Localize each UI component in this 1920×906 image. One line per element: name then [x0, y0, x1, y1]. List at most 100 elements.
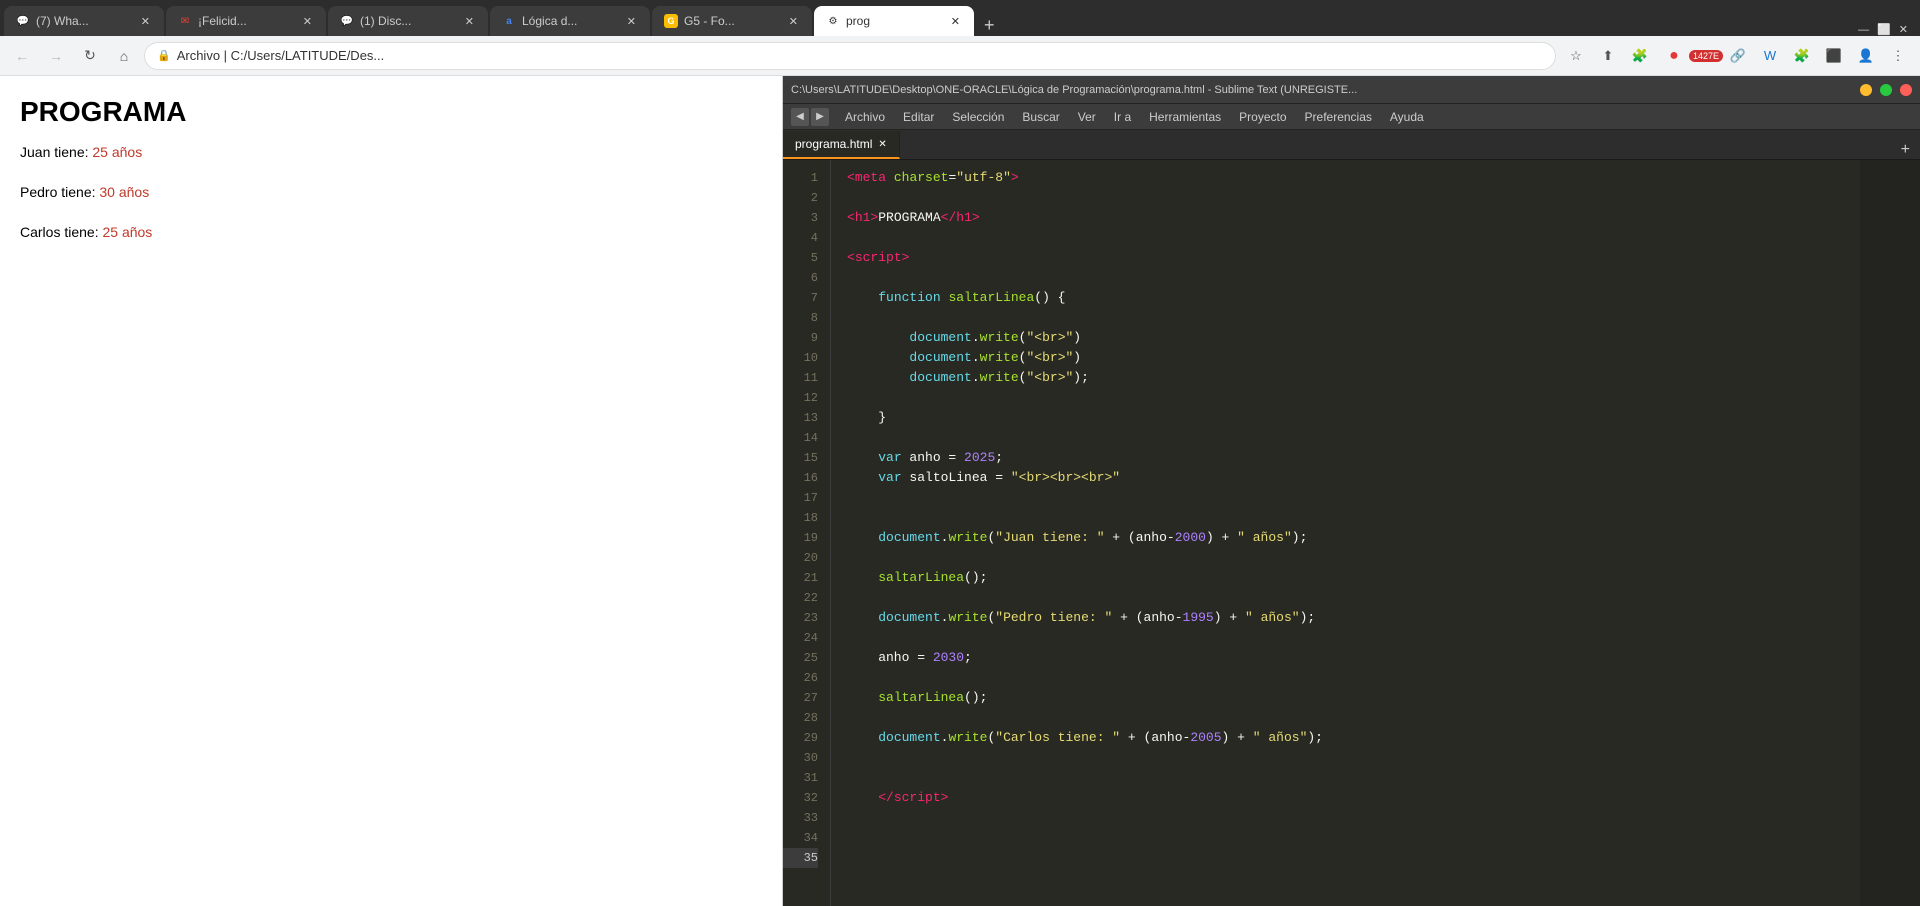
code-line-26 [847, 668, 1860, 688]
juan-label: Juan tiene: [20, 144, 92, 160]
code-line-3: <h1>PROGRAMA</h1> [847, 208, 1860, 228]
tab-discord[interactable]: 💬 (1) Disc... ✕ [328, 6, 488, 36]
forward-button[interactable]: → [42, 42, 70, 70]
tab-whatsapp[interactable]: 💬 (7) Wha... ✕ [4, 6, 164, 36]
sidebar-toggle[interactable]: ⬛ [1820, 42, 1848, 70]
home-button[interactable]: ⌂ [110, 42, 138, 70]
nav-bar: ← → ↻ ⌂ 🔒 Archivo | C:/Users/LATITUDE/De… [0, 36, 1920, 76]
new-tab-button[interactable]: + [976, 15, 1003, 36]
line-number-25: 25 [783, 648, 818, 668]
sublime-close[interactable] [1900, 84, 1912, 96]
code-line-17 [847, 488, 1860, 508]
sublime-text-editor: C:\Users\LATITUDE\Desktop\ONE-ORACLE\Lóg… [783, 76, 1920, 906]
extensions-area: ● 1427E 🔗 W 🧩 ⬛ 👤 ⋮ [1660, 42, 1912, 70]
line-numbers: 1234567891011121314151617181920212223242… [783, 160, 831, 906]
tab-close-gmail[interactable]: ✕ [301, 13, 314, 30]
tab-favicon-whatsapp: 💬 [16, 14, 30, 28]
refresh-button[interactable]: ↻ [76, 42, 104, 70]
sublime-tab-programa[interactable]: programa.html ✕ [783, 131, 900, 159]
ext-icon-4[interactable]: W [1756, 42, 1784, 70]
menu-editar[interactable]: Editar [895, 108, 942, 126]
tab-favicon-logica: a [502, 14, 516, 28]
line-number-22: 22 [783, 588, 818, 608]
menu-preferencias[interactable]: Preferencias [1297, 108, 1380, 126]
ext-icon-1[interactable]: ● [1660, 42, 1688, 70]
line-number-19: 19 [783, 528, 818, 548]
menu-seleccion[interactable]: Selección [944, 108, 1012, 126]
sublime-maximize[interactable] [1880, 84, 1892, 96]
maximize-button[interactable]: ⬜ [1877, 23, 1891, 36]
more-button[interactable]: ⋮ [1884, 42, 1912, 70]
carlos-label: Carlos tiene: [20, 224, 102, 240]
tab-close-logica[interactable]: ✕ [625, 13, 638, 30]
address-bar[interactable]: 🔒 Archivo | C:/Users/LATITUDE/Des... [144, 42, 1556, 70]
tab-bar: 💬 (7) Wha... ✕ ✉ ¡Felicid... ✕ 💬 (1) Dis… [0, 0, 1920, 36]
code-line-11: document.write("<br>"); [847, 368, 1860, 388]
notification-badge: 1427E [1689, 50, 1723, 62]
tab-g5[interactable]: G G5 - Fo... ✕ [652, 6, 812, 36]
code-line-16: var saltoLinea = "<br><br><br>" [847, 468, 1860, 488]
tab-favicon-prog: ⚙ [826, 14, 840, 28]
sublime-window-controls [1860, 84, 1912, 96]
bookmark-button[interactable]: ☆ [1562, 42, 1590, 70]
code-line-23: document.write("Pedro tiene: " + (anho-1… [847, 608, 1860, 628]
tab-favicon-g5: G [664, 14, 678, 28]
ext-notifications[interactable]: 1427E [1692, 42, 1720, 70]
line-number-4: 4 [783, 228, 818, 248]
sublime-arrow-right[interactable]: ▶ [811, 108, 829, 126]
pedro-value: 30 años [99, 184, 149, 200]
code-line-21: saltarLinea(); [847, 568, 1860, 588]
line-number-10: 10 [783, 348, 818, 368]
user-avatar[interactable]: 👤 [1852, 42, 1880, 70]
tab-label-g5: G5 - Fo... [684, 14, 781, 28]
extensions-button[interactable]: 🧩 [1626, 42, 1654, 70]
code-editor[interactable]: 1234567891011121314151617181920212223242… [783, 160, 1920, 906]
menu-ver[interactable]: Ver [1070, 108, 1104, 126]
sublime-arrow-left[interactable]: ◀ [791, 108, 809, 126]
tab-close-discord[interactable]: ✕ [463, 13, 476, 30]
tab-gmail[interactable]: ✉ ¡Felicid... ✕ [166, 6, 326, 36]
close-button[interactable]: ✕ [1899, 23, 1908, 36]
menu-herramientas[interactable]: Herramientas [1141, 108, 1229, 126]
line-number-21: 21 [783, 568, 818, 588]
sublime-minimize[interactable] [1860, 84, 1872, 96]
menu-ayuda[interactable]: Ayuda [1382, 108, 1432, 126]
back-button[interactable]: ← [8, 42, 36, 70]
menu-ir-a[interactable]: Ir a [1106, 108, 1139, 126]
sublime-tab-close[interactable]: ✕ [878, 139, 886, 150]
share-button[interactable]: ⬆ [1594, 42, 1622, 70]
line-number-20: 20 [783, 548, 818, 568]
menu-proyecto[interactable]: Proyecto [1231, 108, 1294, 126]
code-line-13: } [847, 408, 1860, 428]
code-line-27: saltarLinea(); [847, 688, 1860, 708]
ext-icon-3[interactable]: 🔗 [1724, 42, 1752, 70]
code-line-28 [847, 708, 1860, 728]
line-number-12: 12 [783, 388, 818, 408]
minimize-button[interactable]: — [1858, 24, 1869, 36]
line-number-24: 24 [783, 628, 818, 648]
minimap [1860, 160, 1920, 906]
line-number-11: 11 [783, 368, 818, 388]
tab-favicon-discord: 💬 [340, 14, 354, 28]
tab-label-gmail: ¡Felicid... [198, 14, 295, 28]
line-number-1: 1 [783, 168, 818, 188]
puzzle-button[interactable]: 🧩 [1788, 42, 1816, 70]
code-line-8 [847, 308, 1860, 328]
code-line-14 [847, 428, 1860, 448]
code-content[interactable]: <meta charset="utf-8"> <h1>PROGRAMA</h1>… [831, 160, 1860, 906]
tab-close-prog[interactable]: ✕ [949, 13, 962, 30]
tab-close-whatsapp[interactable]: ✕ [139, 13, 152, 30]
tab-close-g5[interactable]: ✕ [787, 13, 800, 30]
juan-line: Juan tiene: 25 años [20, 144, 762, 160]
tab-logica[interactable]: a Lógica d... ✕ [490, 6, 650, 36]
line-number-2: 2 [783, 188, 818, 208]
line-number-3: 3 [783, 208, 818, 228]
sublime-tab-add[interactable]: + [1891, 141, 1920, 159]
tab-prog[interactable]: ⚙ prog ✕ [814, 6, 974, 36]
menu-archivo[interactable]: Archivo [837, 108, 893, 126]
nav-actions: ☆ ⬆ 🧩 [1562, 42, 1654, 70]
code-line-18 [847, 508, 1860, 528]
lock-icon: 🔒 [157, 49, 171, 62]
line-number-34: 34 [783, 828, 818, 848]
menu-buscar[interactable]: Buscar [1014, 108, 1067, 126]
